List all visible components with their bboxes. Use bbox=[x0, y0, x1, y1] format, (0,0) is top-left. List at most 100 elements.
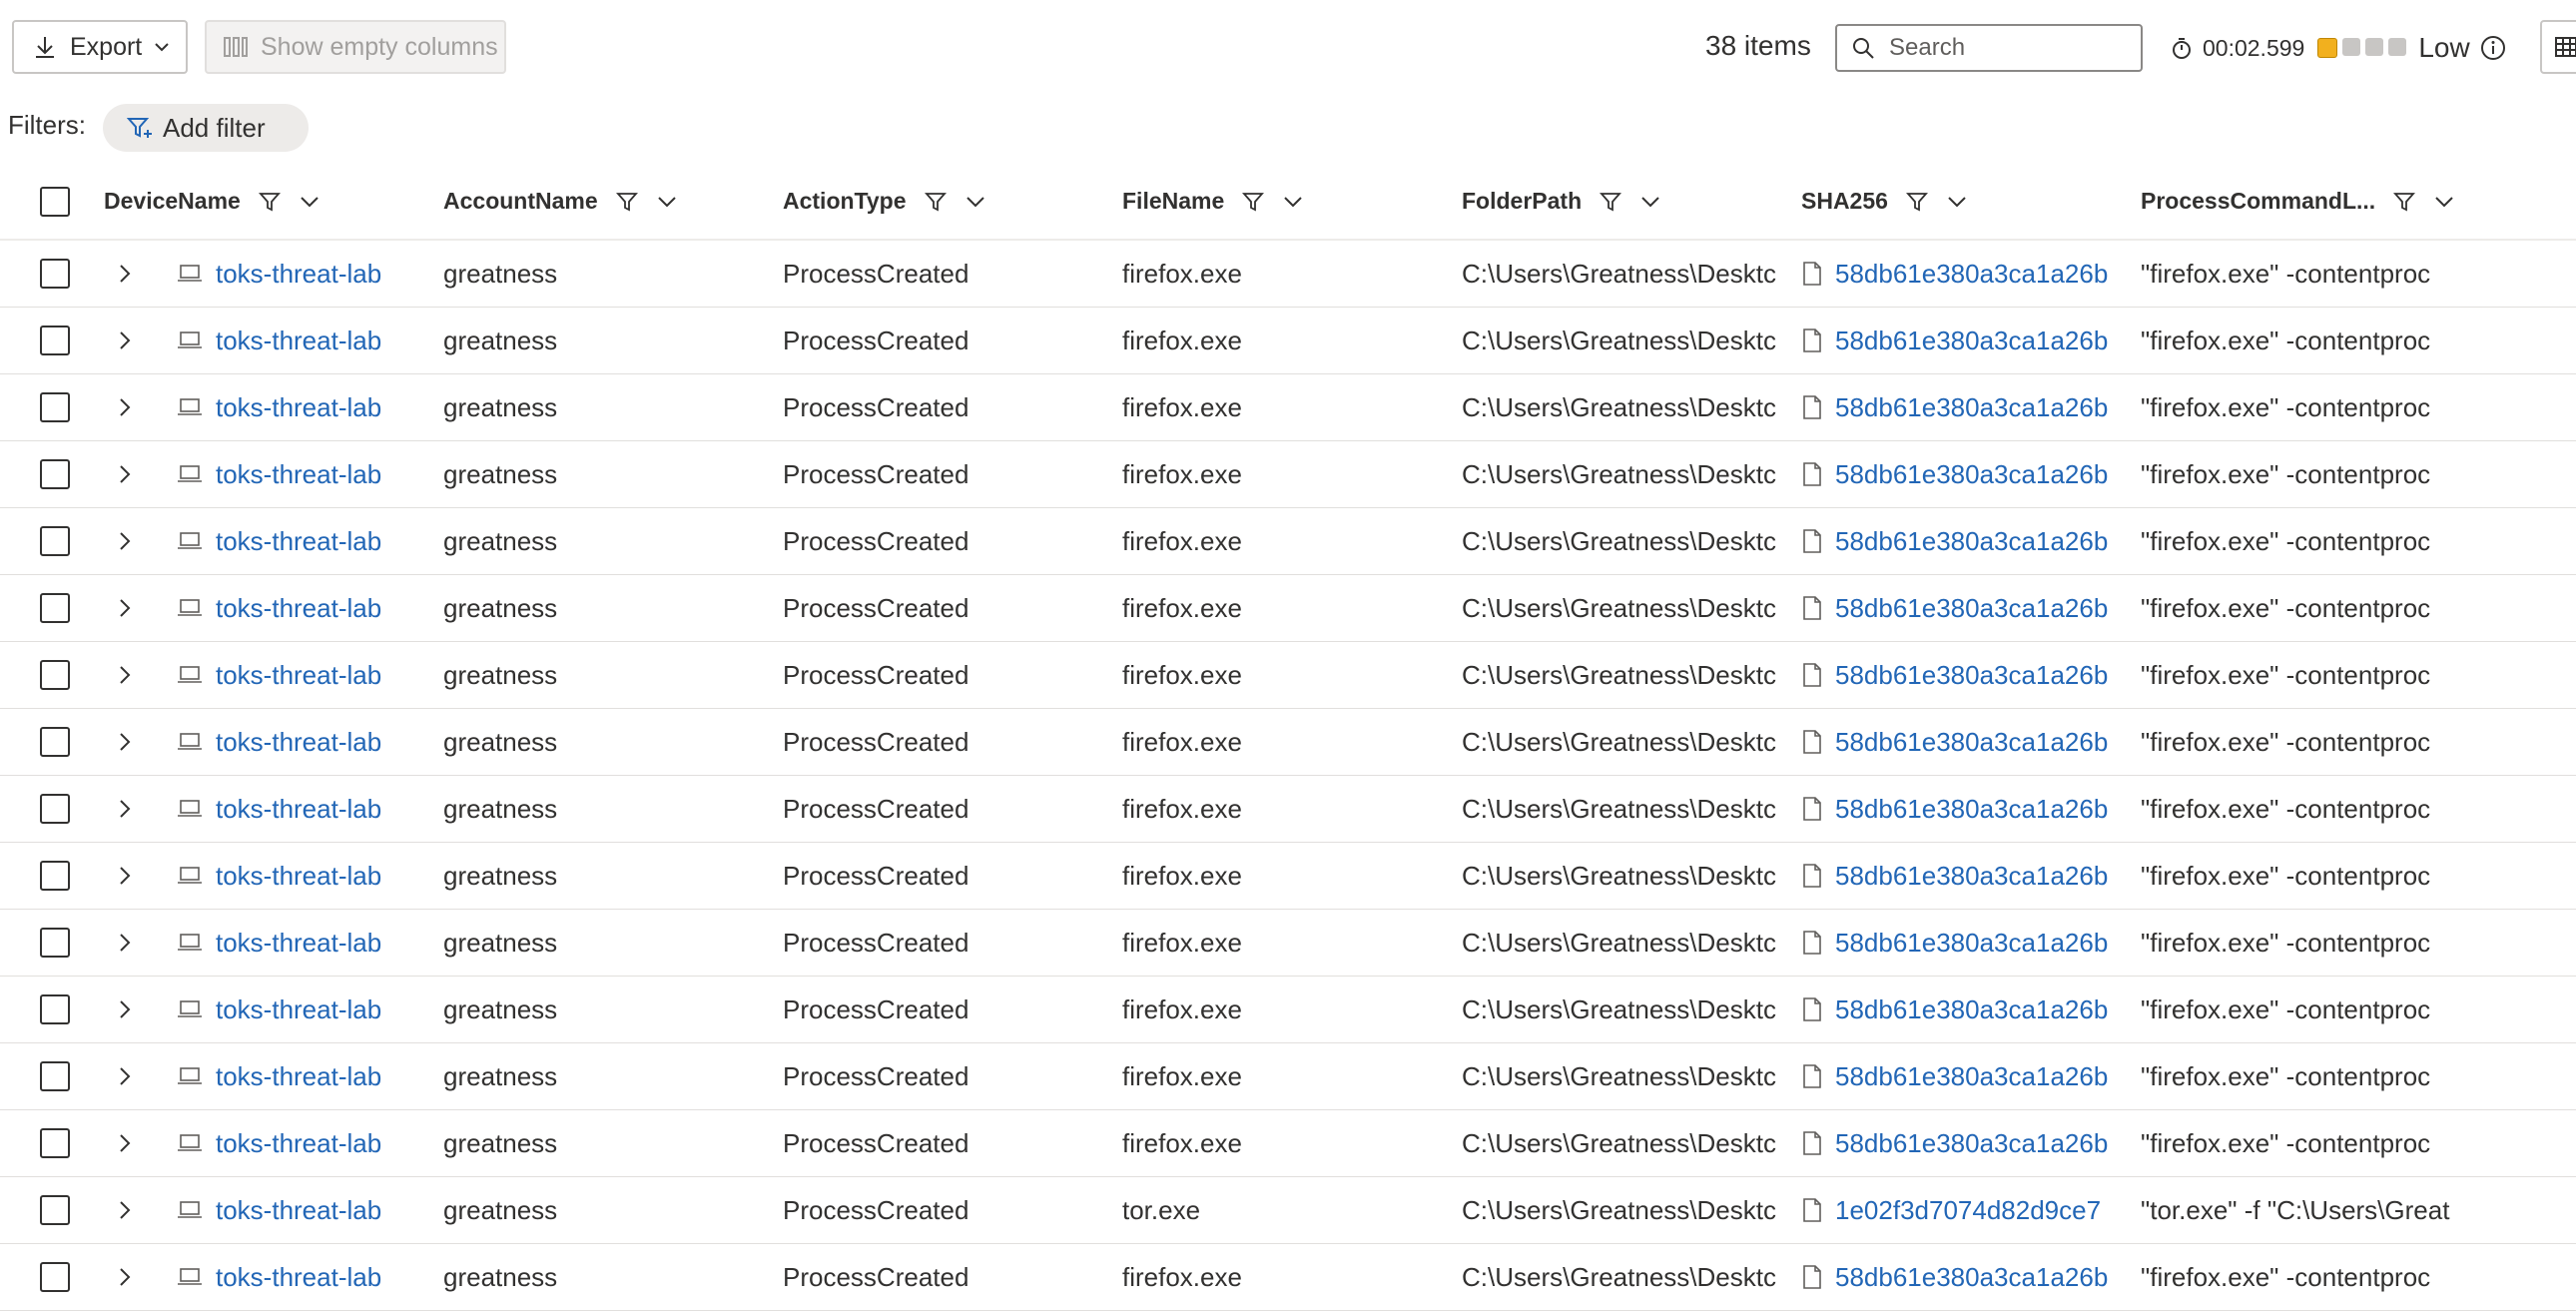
expand-icon[interactable] bbox=[118, 374, 138, 440]
sha256-link[interactable]: 58db61e380a3ca1a26b bbox=[1835, 660, 2108, 691]
sha256-link[interactable]: 58db61e380a3ca1a26b bbox=[1835, 259, 2108, 290]
filter-icon[interactable] bbox=[1242, 191, 1265, 213]
row-checkbox[interactable] bbox=[40, 326, 70, 355]
sha256-link[interactable]: 58db61e380a3ca1a26b bbox=[1835, 727, 2108, 758]
table-row[interactable]: toks-threat-lab greatness ProcessCreated fi… bbox=[0, 910, 2576, 977]
device-name-link[interactable]: toks-threat-lab bbox=[216, 727, 381, 758]
sha256-link[interactable]: 58db61e380a3ca1a26b bbox=[1835, 392, 2108, 423]
row-checkbox[interactable] bbox=[40, 526, 70, 556]
table-row[interactable]: toks-threat-lab greatness ProcessCreated fi… bbox=[0, 241, 2576, 308]
grid-view-button[interactable] bbox=[2540, 20, 2576, 74]
expand-icon[interactable] bbox=[118, 642, 138, 708]
search-box[interactable] bbox=[1835, 24, 2143, 72]
device-name-link[interactable]: toks-threat-lab bbox=[216, 660, 381, 691]
search-input[interactable] bbox=[1887, 33, 2131, 63]
device-name-link[interactable]: toks-threat-lab bbox=[216, 1262, 381, 1293]
column-header[interactable]: DeviceName bbox=[104, 164, 321, 239]
sha256-link[interactable]: 58db61e380a3ca1a26b bbox=[1835, 1061, 2108, 1092]
row-checkbox[interactable] bbox=[40, 1262, 70, 1292]
expand-icon[interactable] bbox=[118, 1043, 138, 1109]
device-name-link[interactable]: toks-threat-lab bbox=[216, 392, 381, 423]
filter-icon[interactable] bbox=[1600, 191, 1622, 213]
filter-icon[interactable] bbox=[924, 191, 947, 213]
row-checkbox[interactable] bbox=[40, 459, 70, 489]
sha256-link[interactable]: 58db61e380a3ca1a26b bbox=[1835, 861, 2108, 892]
select-all-checkbox[interactable] bbox=[40, 186, 70, 217]
row-checkbox[interactable] bbox=[40, 660, 70, 690]
row-checkbox[interactable] bbox=[40, 593, 70, 623]
filter-icon[interactable] bbox=[615, 191, 638, 213]
sha256-link[interactable]: 1e02f3d7074d82d9ce7 bbox=[1835, 1195, 2101, 1226]
expand-icon[interactable] bbox=[118, 910, 138, 976]
column-header[interactable]: ActionType bbox=[783, 164, 986, 239]
table-row[interactable]: toks-threat-lab greatness ProcessCreated fi… bbox=[0, 1043, 2576, 1110]
chevron-down-icon[interactable] bbox=[1282, 195, 1304, 209]
table-row[interactable]: toks-threat-lab greatness ProcessCreated fi… bbox=[0, 977, 2576, 1043]
sha256-link[interactable]: 58db61e380a3ca1a26b bbox=[1835, 526, 2108, 557]
export-button[interactable]: Export bbox=[12, 20, 188, 74]
device-name-link[interactable]: toks-threat-lab bbox=[216, 593, 381, 624]
device-name-link[interactable]: toks-threat-lab bbox=[216, 994, 381, 1025]
table-row[interactable]: toks-threat-lab greatness ProcessCreated fi… bbox=[0, 308, 2576, 374]
sha256-link[interactable]: 58db61e380a3ca1a26b bbox=[1835, 794, 2108, 825]
table-row[interactable]: toks-threat-lab greatness ProcessCreated fi… bbox=[0, 575, 2576, 642]
expand-icon[interactable] bbox=[118, 1177, 138, 1243]
filter-icon[interactable] bbox=[258, 191, 281, 213]
table-row[interactable]: toks-threat-lab greatness ProcessCreated fi… bbox=[0, 642, 2576, 709]
row-checkbox[interactable] bbox=[40, 1061, 70, 1091]
expand-icon[interactable] bbox=[118, 575, 138, 641]
show-empty-columns-button[interactable]: Show empty columns bbox=[205, 20, 506, 74]
chevron-down-icon[interactable] bbox=[965, 195, 986, 209]
row-checkbox[interactable] bbox=[40, 1195, 70, 1225]
device-name-link[interactable]: toks-threat-lab bbox=[216, 1061, 381, 1092]
row-checkbox[interactable] bbox=[40, 1128, 70, 1158]
column-header[interactable]: FolderPath bbox=[1462, 164, 1661, 239]
sha256-link[interactable]: 58db61e380a3ca1a26b bbox=[1835, 928, 2108, 959]
column-header[interactable]: FileName bbox=[1122, 164, 1304, 239]
row-checkbox[interactable] bbox=[40, 392, 70, 422]
row-checkbox[interactable] bbox=[40, 259, 70, 289]
row-checkbox[interactable] bbox=[40, 861, 70, 891]
chevron-down-icon[interactable] bbox=[656, 195, 678, 209]
expand-icon[interactable] bbox=[118, 1110, 138, 1176]
device-name-link[interactable]: toks-threat-lab bbox=[216, 459, 381, 490]
chevron-down-icon[interactable] bbox=[299, 195, 321, 209]
expand-icon[interactable] bbox=[118, 308, 138, 373]
sha256-link[interactable]: 58db61e380a3ca1a26b bbox=[1835, 1262, 2108, 1293]
expand-icon[interactable] bbox=[118, 441, 138, 507]
expand-icon[interactable] bbox=[118, 776, 138, 842]
expand-icon[interactable] bbox=[118, 508, 138, 574]
chevron-down-icon[interactable] bbox=[1946, 195, 1968, 209]
column-header[interactable]: AccountName bbox=[443, 164, 678, 239]
sha256-link[interactable]: 58db61e380a3ca1a26b bbox=[1835, 326, 2108, 356]
sha256-link[interactable]: 58db61e380a3ca1a26b bbox=[1835, 994, 2108, 1025]
sha256-link[interactable]: 58db61e380a3ca1a26b bbox=[1835, 1128, 2108, 1159]
column-header[interactable]: ProcessCommandL... bbox=[2141, 164, 2455, 239]
table-row[interactable]: toks-threat-lab greatness ProcessCreated fi… bbox=[0, 1110, 2576, 1177]
filter-icon[interactable] bbox=[2393, 191, 2416, 213]
table-row[interactable]: toks-threat-lab greatness ProcessCreated to… bbox=[0, 1177, 2576, 1244]
sha256-link[interactable]: 58db61e380a3ca1a26b bbox=[1835, 593, 2108, 624]
table-row[interactable]: toks-threat-lab greatness ProcessCreated fi… bbox=[0, 508, 2576, 575]
expand-icon[interactable] bbox=[118, 241, 138, 307]
sha256-link[interactable]: 58db61e380a3ca1a26b bbox=[1835, 459, 2108, 490]
expand-icon[interactable] bbox=[118, 1244, 138, 1310]
row-checkbox[interactable] bbox=[40, 928, 70, 958]
device-name-link[interactable]: toks-threat-lab bbox=[216, 326, 381, 356]
device-name-link[interactable]: toks-threat-lab bbox=[216, 1195, 381, 1226]
table-row[interactable]: toks-threat-lab greatness ProcessCreated fi… bbox=[0, 441, 2576, 508]
column-header[interactable]: SHA256 bbox=[1801, 164, 1968, 239]
device-name-link[interactable]: toks-threat-lab bbox=[216, 928, 381, 959]
device-name-link[interactable]: toks-threat-lab bbox=[216, 861, 381, 892]
device-name-link[interactable]: toks-threat-lab bbox=[216, 1128, 381, 1159]
filter-icon[interactable] bbox=[1905, 191, 1928, 213]
expand-icon[interactable] bbox=[118, 977, 138, 1042]
row-checkbox[interactable] bbox=[40, 727, 70, 757]
device-name-link[interactable]: toks-threat-lab bbox=[216, 526, 381, 557]
table-row[interactable]: toks-threat-lab greatness ProcessCreated fi… bbox=[0, 843, 2576, 910]
chevron-down-icon[interactable] bbox=[2433, 195, 2455, 209]
add-filter-button[interactable]: Add filter bbox=[103, 104, 309, 152]
device-name-link[interactable]: toks-threat-lab bbox=[216, 794, 381, 825]
expand-icon[interactable] bbox=[118, 843, 138, 909]
chevron-down-icon[interactable] bbox=[1639, 195, 1661, 209]
